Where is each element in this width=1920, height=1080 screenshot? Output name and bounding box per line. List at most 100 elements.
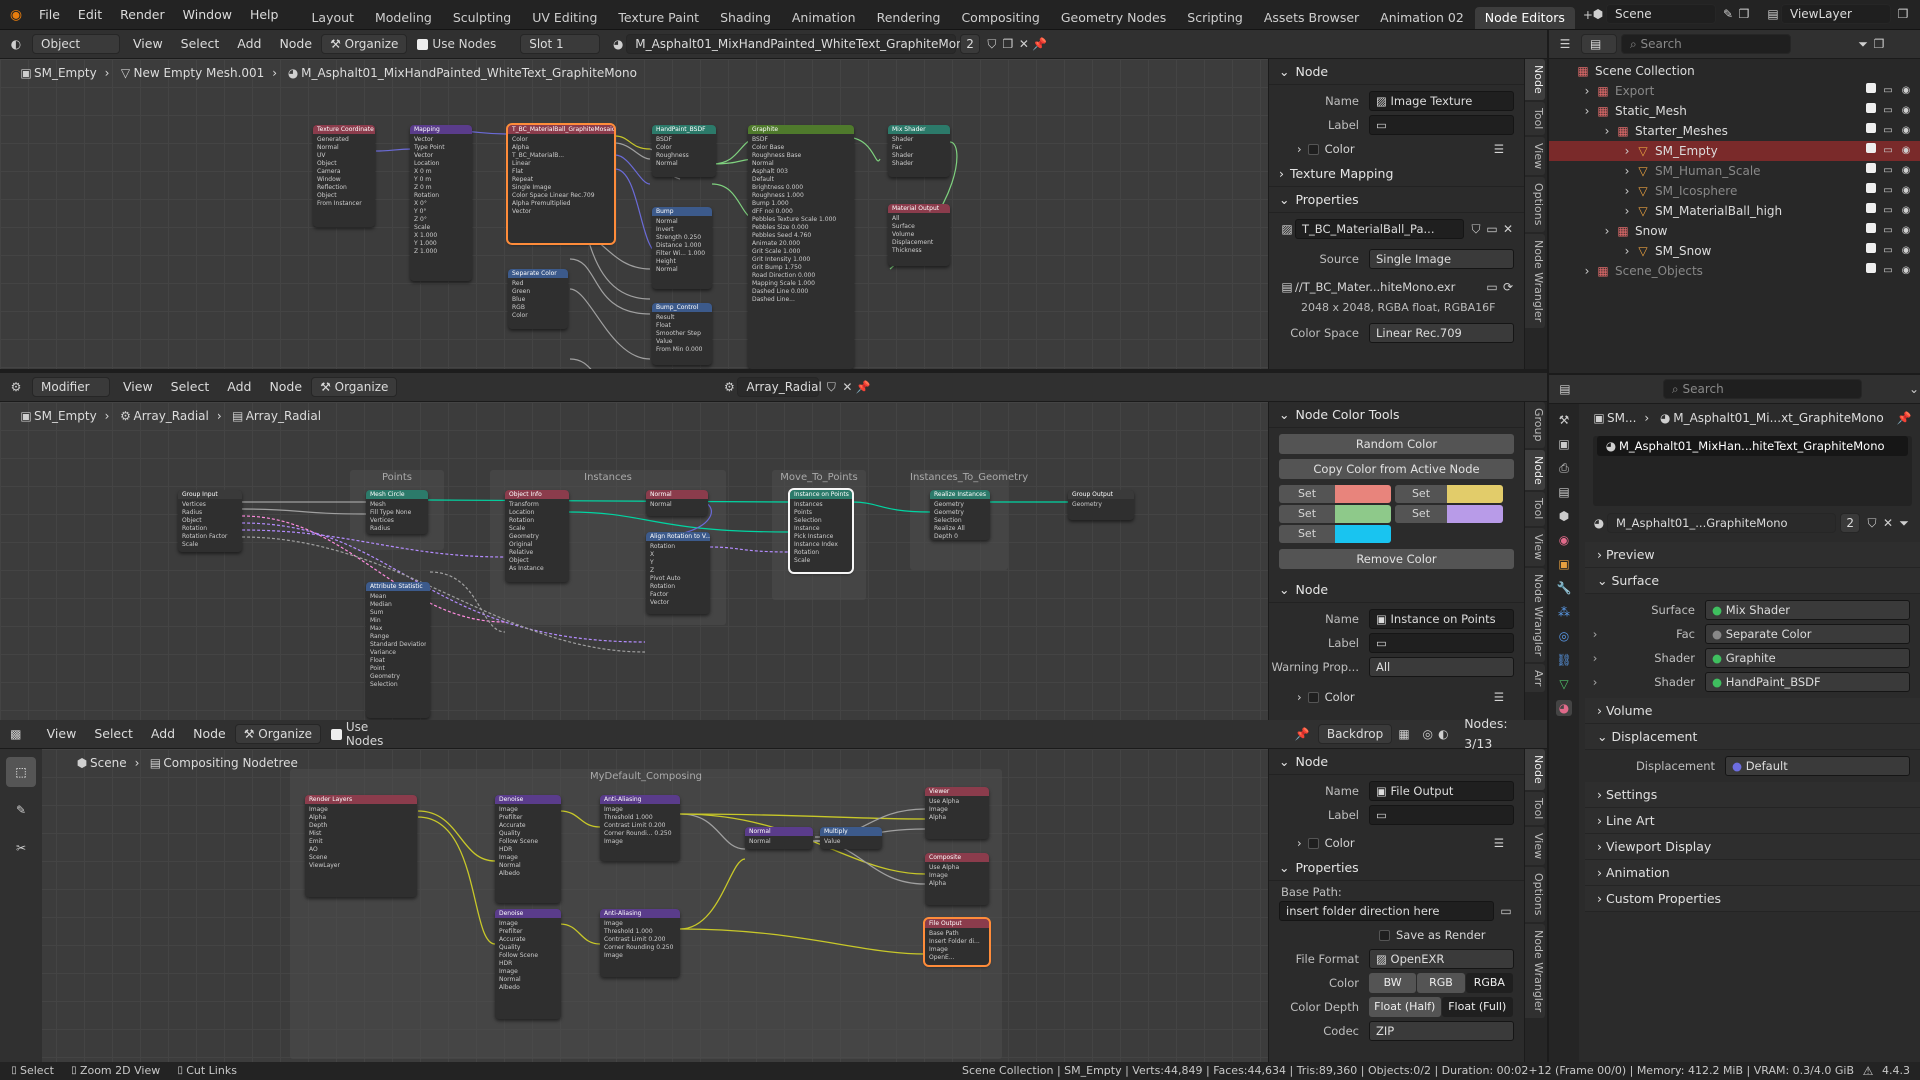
- overlay-icon[interactable]: ◎: [1420, 726, 1436, 742]
- node-socket-row[interactable]: Alpha: [512, 144, 610, 152]
- node-socket-row[interactable]: Vector: [414, 136, 468, 144]
- outliner-item[interactable]: › ▽ SM_MaterialBall_high ▭ ◉: [1549, 201, 1920, 221]
- node-socket-row[interactable]: Depth 0: [934, 533, 986, 540]
- node-socket-row[interactable]: Range: [370, 633, 426, 641]
- node-socket-row[interactable]: Scale: [182, 541, 238, 549]
- node-denoise-1[interactable]: Denoise Image Prefilter Accurate Quality Foll…: [495, 795, 561, 903]
- outliner-search-input[interactable]: ⌕ Search: [1621, 34, 1791, 54]
- node-socket-row[interactable]: Z 0 m: [414, 184, 468, 192]
- node-socket-row[interactable]: Type Point: [414, 144, 468, 152]
- node-socket-row[interactable]: Bump 1.000: [752, 200, 850, 208]
- node-socket-row[interactable]: Radius: [370, 525, 424, 533]
- particles-tab-icon[interactable]: ⁂: [1556, 604, 1572, 620]
- node-socket-row[interactable]: OpenE...: [929, 954, 985, 962]
- node-file-output[interactable]: File Output Base Path Insert Folder di... I…: [923, 917, 991, 967]
- node-socket-row[interactable]: Image: [309, 806, 413, 814]
- exclude-checkbox[interactable]: [1866, 243, 1876, 253]
- expand-arrow-icon[interactable]: ›: [1579, 103, 1595, 119]
- node-socket-row[interactable]: HDR: [499, 846, 557, 854]
- display-icon[interactable]: ▭: [1882, 203, 1894, 219]
- camera-icon[interactable]: ◉: [1900, 183, 1912, 199]
- close-icon[interactable]: ✕: [1500, 221, 1516, 237]
- node-socket-row[interactable]: Asphalt 003: [752, 168, 850, 176]
- section-settings[interactable]: › Settings: [1585, 782, 1920, 808]
- node-socket-row[interactable]: Smoother Step: [656, 330, 708, 338]
- scene-tab-icon[interactable]: ⬢: [1556, 508, 1572, 524]
- node-socket-row[interactable]: Rotation: [182, 525, 238, 533]
- color-row[interactable]: › Color ☰: [1269, 685, 1524, 709]
- users-count[interactable]: 2: [1840, 513, 1860, 533]
- node-socket-row[interactable]: ViewLayer: [309, 862, 413, 870]
- display-icon[interactable]: ▭: [1882, 243, 1894, 259]
- exclude-checkbox[interactable]: [1866, 183, 1876, 193]
- color-swatch[interactable]: [1447, 505, 1503, 523]
- node-socket-row[interactable]: Rotation Factor: [182, 533, 238, 541]
- node-socket-row[interactable]: Z: [650, 567, 706, 575]
- editor-type-icon[interactable]: ◐: [8, 36, 24, 52]
- node-normal[interactable]: Normal Normal: [646, 490, 708, 516]
- node-socket-row[interactable]: Image: [929, 806, 985, 814]
- node-socket-row[interactable]: Repeat: [512, 176, 610, 184]
- node-label-field[interactable]: ▭: [1369, 115, 1514, 135]
- node-socket-row[interactable]: Use Alpha: [929, 864, 985, 872]
- node-socket-row[interactable]: Geometry: [370, 673, 426, 681]
- geo-node-canvas[interactable]: ▣ SM_Empty › ⚙ Array_Radial › ▤ Array_Radial …: [0, 402, 1268, 720]
- node-socket-row[interactable]: Point: [370, 665, 426, 673]
- scene-name[interactable]: Scene: [1606, 4, 1716, 24]
- node-render-layers[interactable]: Render Layers Image Alpha Depth Mist Emit AO Sc…: [305, 795, 417, 897]
- header-menu-select[interactable]: Select: [85, 724, 142, 744]
- node-socket-row[interactable]: Median: [370, 601, 426, 609]
- node-name-field[interactable]: ▣ File Output: [1369, 781, 1514, 801]
- remove-color-button[interactable]: Remove Color: [1279, 549, 1514, 569]
- node-socket-row[interactable]: Rotation: [414, 192, 468, 200]
- display-icon[interactable]: ▭: [1882, 123, 1894, 139]
- outliner-item[interactable]: › ▽ SM_Snow ▭ ◉: [1549, 241, 1920, 261]
- outliner-item[interactable]: ▦ Scene Collection: [1549, 61, 1920, 81]
- material-browse-icon[interactable]: ◕: [1591, 515, 1607, 531]
- node-socket-row[interactable]: Alpha: [929, 880, 985, 888]
- node-socket-row[interactable]: Normal: [499, 862, 557, 870]
- node-socket-row[interactable]: Fill Type None: [370, 509, 424, 517]
- camera-icon[interactable]: ◉: [1900, 103, 1912, 119]
- output-tab-icon[interactable]: ⎙: [1556, 460, 1572, 476]
- header-menu-select[interactable]: Select: [162, 377, 219, 397]
- material-name-field[interactable]: M_Asphalt01_...GraphiteMono: [1607, 513, 1837, 533]
- node-socket-row[interactable]: AO: [309, 846, 413, 854]
- display-icon[interactable]: ▭: [1882, 163, 1894, 179]
- expand-arrow-icon[interactable]: ›: [1619, 183, 1635, 199]
- socket-link-field[interactable]: ● Separate Color: [1705, 624, 1910, 644]
- node-label-field[interactable]: ▭: [1369, 805, 1514, 825]
- sidebar-tab-group[interactable]: Group: [1525, 402, 1545, 448]
- outliner-item[interactable]: › ▽ SM_Human_Scale ▭ ◉: [1549, 161, 1920, 181]
- node-denoise-2[interactable]: Denoise Image Prefilter Accurate Quality Foll…: [495, 909, 561, 1019]
- pin-icon[interactable]: ✎: [1720, 6, 1736, 22]
- node-socket-row[interactable]: Use Alpha: [929, 798, 985, 806]
- color-swatch[interactable]: [1335, 505, 1391, 523]
- node-material-output[interactable]: Material Output All Surface Volume Displacem…: [888, 204, 950, 266]
- node-socket-row[interactable]: Thickness: [892, 247, 946, 255]
- modifier-tab-icon[interactable]: 🔧: [1556, 580, 1572, 596]
- node-socket-row[interactable]: Quality: [499, 830, 557, 838]
- expand-arrow-icon[interactable]: ›: [1619, 143, 1635, 159]
- socket-link-field[interactable]: ● HandPaint_BSDF: [1705, 672, 1910, 692]
- list-icon[interactable]: ☰: [1494, 690, 1504, 704]
- node-socket-row[interactable]: Pebbles Size 0.000: [752, 224, 850, 232]
- image-name-field[interactable]: T_BC_MaterialBall_Pa...: [1295, 219, 1464, 239]
- node-socket-row[interactable]: Image: [929, 946, 985, 954]
- fake-user-icon[interactable]: ⛉: [823, 379, 839, 395]
- node-image-texture[interactable]: T_BC_MaterialBall_GraphiteMosaic Color Alp…: [506, 123, 616, 245]
- node-socket-row[interactable]: RGB: [512, 304, 564, 312]
- node-socket-row[interactable]: Single Image: [512, 184, 610, 192]
- node-socket-row[interactable]: Instances: [794, 501, 848, 509]
- node-socket-row[interactable]: Grit Bump 1.750: [752, 264, 850, 272]
- node-handpaint-bsdf[interactable]: HandPaint_BSDF BSDF Color Roughness Normal: [652, 125, 716, 177]
- outliner-item[interactable]: › ▦ Static_Mesh ▭ ◉: [1549, 101, 1920, 121]
- sidebar-tab-tool[interactable]: Tool: [1525, 492, 1545, 526]
- node-socket-row[interactable]: Roughness Base: [752, 152, 850, 160]
- node-socket-row[interactable]: Blue: [512, 296, 564, 304]
- node-socket-row[interactable]: Rotation: [650, 583, 706, 591]
- color-swatch[interactable]: [1335, 485, 1391, 503]
- node-socket-row[interactable]: Road Direction 0.000: [752, 272, 850, 280]
- display-icon[interactable]: ▭: [1882, 223, 1894, 239]
- node-socket-row[interactable]: Prefilter: [499, 928, 557, 936]
